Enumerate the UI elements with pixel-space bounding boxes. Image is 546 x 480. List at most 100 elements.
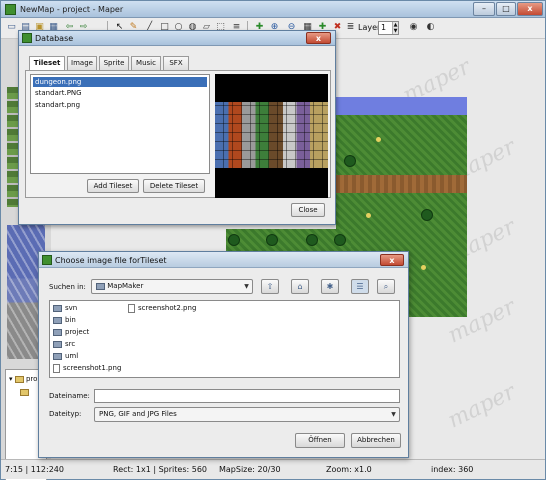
delete-tileset-button[interactable]: Delete Tileset <box>143 179 205 193</box>
filetype-value: PNG, GIF and JPG Files <box>99 410 177 418</box>
dialog-title: Database <box>35 34 74 43</box>
file-name: uml <box>65 352 79 360</box>
file-name: screenshot2.png <box>138 304 197 312</box>
list-item[interactable]: src <box>53 339 75 350</box>
dialog-close-button[interactable]: x <box>306 32 331 44</box>
chevron-down-icon[interactable]: ▼ <box>242 281 251 292</box>
details-view-button[interactable]: ⌕ <box>377 279 395 294</box>
tree-tile <box>344 155 356 167</box>
file-list[interactable]: svn bin project src uml screenshot1.png … <box>49 300 400 378</box>
dialog-close-button[interactable]: x <box>380 254 404 266</box>
tree-tile <box>266 234 278 246</box>
tab-sprite[interactable]: Sprite <box>99 56 129 70</box>
list-item[interactable]: screenshot1.png <box>53 363 121 374</box>
dirt-path-tiles <box>336 175 467 193</box>
new-icon[interactable]: ▭ <box>6 22 17 33</box>
spinner-arrows-icon[interactable]: ▲ ▼ <box>392 22 398 34</box>
list-item[interactable]: screenshot2.png <box>128 303 196 314</box>
minimize-button[interactable]: – <box>473 2 495 16</box>
new-folder-button[interactable]: ✱ <box>321 279 339 294</box>
file-name: src <box>65 340 76 348</box>
folder-icon <box>14 375 24 383</box>
app-icon <box>5 4 16 15</box>
folder-icon <box>53 316 62 324</box>
flower-tile <box>376 137 381 142</box>
file-chooser-dialog: Choose image file forTileset x Suchen in… <box>38 251 409 458</box>
list-item[interactable]: standart.PNG <box>33 88 207 98</box>
close-button[interactable]: x <box>517 2 543 16</box>
filename-input[interactable] <box>94 389 400 403</box>
close-dialog-button[interactable]: Close <box>291 203 325 217</box>
flower-tile <box>421 265 426 270</box>
file-icon <box>53 363 60 373</box>
expand-icon[interactable]: ▾ <box>9 375 13 383</box>
cancel-button[interactable]: Abbrechen <box>351 433 401 448</box>
dialog-title: Choose image file forTileset <box>55 256 167 265</box>
home-icon: ⌂ <box>297 282 303 291</box>
filename-value <box>95 391 98 399</box>
folder-icon <box>96 282 105 290</box>
layer-visible-icon[interactable]: ◉ <box>408 22 419 33</box>
list-view-button[interactable]: ☰ <box>351 279 369 294</box>
watermark: maper <box>444 379 520 434</box>
filetype-combo[interactable]: PNG, GIF and JPG Files ▼ <box>94 407 400 422</box>
tree-tile <box>334 234 346 246</box>
tile-index: index: 360 <box>431 465 474 474</box>
tileset-image <box>215 102 328 168</box>
list-item[interactable]: standart.png <box>33 100 207 110</box>
list-item[interactable]: dungeon.png <box>33 77 207 87</box>
details-view-icon: ⌕ <box>383 282 389 291</box>
add-tileset-button[interactable]: Add Tileset <box>87 179 139 193</box>
list-item[interactable]: bin <box>53 315 76 326</box>
tab-image[interactable]: Image <box>67 56 97 70</box>
layer-label: Layer <box>358 23 381 32</box>
app-icon <box>42 255 52 265</box>
cursor-position: 7:15 | 112:240 <box>5 465 64 474</box>
file-name: screenshot1.png <box>63 364 122 372</box>
maximize-button[interactable]: □ <box>496 2 516 16</box>
home-button[interactable]: ⌂ <box>291 279 309 294</box>
list-item[interactable]: project <box>53 327 89 338</box>
flower-tile <box>366 213 371 218</box>
folder-icon <box>20 388 29 396</box>
tab-sfx[interactable]: SFX <box>163 56 189 70</box>
tab-tileset[interactable]: Tileset <box>29 56 65 71</box>
chevron-down-icon[interactable]: ▼ <box>389 409 398 420</box>
dialog-title-bar[interactable]: Database x <box>19 31 335 46</box>
title-bar[interactable]: NewMap - project - Maper – □ x <box>1 1 545 18</box>
tree-item-label: pro <box>25 375 38 383</box>
layer-lock-icon[interactable]: ◐ <box>425 22 436 33</box>
layer-list-icon[interactable]: ≣ <box>345 22 356 33</box>
water-tiles <box>336 97 467 115</box>
zoom-level: Zoom: x1.0 <box>326 465 372 474</box>
list-view-icon: ☰ <box>356 282 364 291</box>
tileset-list[interactable]: dungeon.png standart.PNG standart.png <box>30 74 210 174</box>
tree-item[interactable]: ▾ pro <box>9 375 37 385</box>
tab-music[interactable]: Music <box>131 56 161 70</box>
app-icon <box>22 33 32 43</box>
folder-icon <box>53 352 62 360</box>
tileset-preview-image <box>215 74 328 198</box>
tree-item[interactable] <box>20 388 29 398</box>
tileset-tab-panel: dungeon.png standart.PNG standart.png Ad… <box>25 70 331 198</box>
folder-icon <box>53 340 62 348</box>
rect-sprites: Rect: 1x1 | Sprites: 560 <box>113 465 207 474</box>
look-in-value: MapMaker <box>107 282 144 290</box>
layer-spinner[interactable]: 1 ▲ ▼ <box>378 21 399 35</box>
folder-icon <box>53 328 62 336</box>
file-name: svn <box>65 304 78 312</box>
filetype-label: Dateityp: <box>49 410 82 418</box>
map-size: MapSize: 20/30 <box>219 465 281 474</box>
list-item[interactable]: uml <box>53 351 78 362</box>
file-icon <box>128 303 135 313</box>
file-name: project <box>65 328 90 336</box>
dialog-title-bar[interactable]: Choose image file forTileset x <box>39 252 408 268</box>
list-item[interactable]: svn <box>53 303 77 314</box>
new-folder-icon: ✱ <box>326 282 334 291</box>
look-in-combo[interactable]: MapMaker ▼ <box>91 279 253 294</box>
file-name: bin <box>65 316 76 324</box>
open-button[interactable]: Öffnen <box>295 433 345 448</box>
folder-icon <box>53 304 62 312</box>
up-folder-button[interactable]: ⇧ <box>261 279 279 294</box>
tree-tile <box>421 209 433 221</box>
